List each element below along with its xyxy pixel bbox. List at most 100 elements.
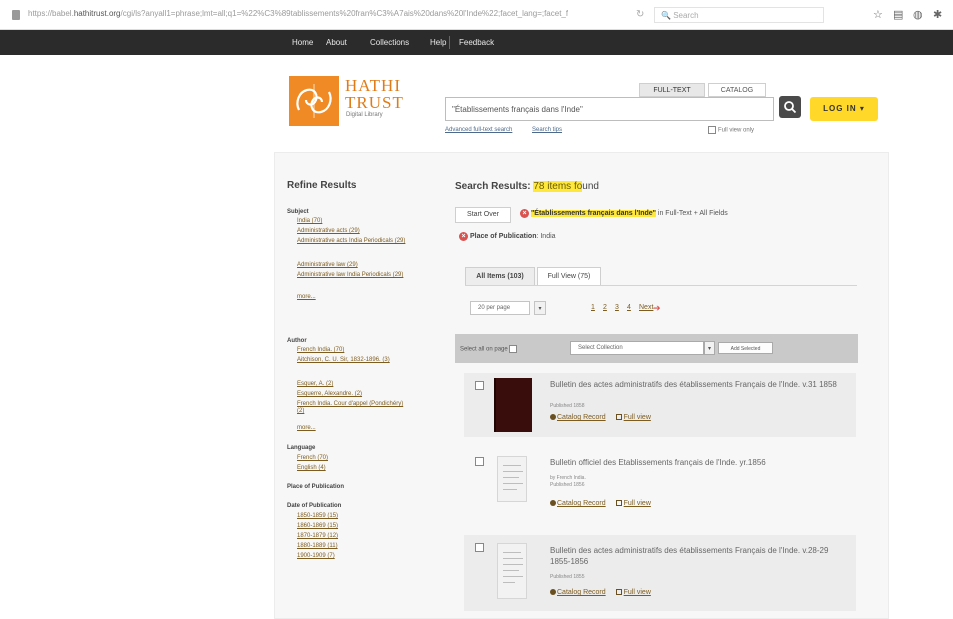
tab-all-items[interactable]: All Items (103) — [465, 267, 535, 286]
facet-item[interactable]: 1870-1879 (12) — [297, 533, 407, 540]
facet-item[interactable]: Administrative law India Periodicals (29… — [297, 272, 407, 279]
select-all-checkbox[interactable]: Select all on page — [460, 345, 519, 353]
remove-filter-icon[interactable]: × — [459, 232, 468, 241]
select-collection-dropdown[interactable]: Select Collection — [570, 341, 704, 355]
advanced-search-link[interactable]: Advanced full-text search — [445, 127, 512, 133]
result-links: Catalog Record Full view — [550, 500, 661, 507]
full-view-link[interactable]: Full view — [624, 414, 651, 421]
document-icon — [615, 414, 622, 421]
info-icon — [550, 589, 556, 596]
facet-more-link[interactable]: more... — [297, 425, 407, 432]
result-title[interactable]: Bulletin des actes administratifs des ét… — [550, 545, 850, 567]
lock-icon — [12, 10, 20, 20]
checkbox-icon — [509, 345, 518, 353]
result-title[interactable]: Bulletin des actes administratifs des ét… — [550, 379, 850, 390]
facet-heading-date: Date of Publication — [287, 503, 342, 509]
query-scope: in Full-Text + All Fields — [655, 210, 728, 217]
facet-item[interactable]: Administrative acts (29) — [297, 228, 407, 235]
result-checkbox[interactable] — [475, 381, 484, 390]
result-published: Published 1858 — [550, 403, 585, 409]
page-link-1[interactable]: 1 — [591, 304, 595, 311]
chevron-down-icon[interactable]: ▾ — [704, 341, 715, 355]
facet-item[interactable]: Aitchison, C. U. Sir, 1832-1896. (3) — [297, 357, 407, 364]
results-title-prefix: Search Results: — [455, 181, 534, 192]
start-over-button[interactable]: Start Over — [455, 207, 511, 223]
full-view-only-label: Full view only — [718, 127, 755, 134]
facet-more-link[interactable]: more... — [297, 294, 407, 301]
logo-wordmark-trust: TRUST — [345, 93, 404, 112]
nav-feedback[interactable]: Feedback — [459, 38, 494, 47]
page-link-3[interactable]: 3 — [615, 304, 619, 311]
facet-item[interactable]: 1850-1859 (15) — [297, 513, 407, 520]
nav-collections[interactable]: Collections — [370, 38, 409, 47]
tab-full-text[interactable]: FULL-TEXT — [639, 83, 705, 97]
facet-item[interactable]: French India. (70) — [297, 347, 407, 354]
facet-item[interactable]: Administrative law (29) — [297, 262, 407, 269]
remove-filter-icon[interactable]: × — [520, 209, 529, 218]
reading-list-icon[interactable]: ▤ — [893, 8, 903, 21]
facet-item[interactable]: Esquerre, Alexandre. (2) — [297, 391, 407, 398]
browser-url-bar: https://babel.hathitrust.org/cgi/ls?anya… — [0, 0, 953, 30]
book-thumbnail[interactable] — [494, 378, 532, 432]
login-button[interactable]: LOG IN ▾ — [810, 97, 878, 121]
url-host: hathitrust.org — [73, 9, 121, 18]
hathitrust-logo-icon[interactable] — [289, 76, 339, 126]
result-checkbox[interactable] — [475, 543, 484, 552]
full-view-only-checkbox[interactable]: Full view only — [708, 126, 754, 134]
full-view-link[interactable]: Full view — [624, 500, 651, 507]
nav-separator — [449, 36, 450, 49]
facet-item[interactable]: French India. Cour d'appel (Pondichéry) … — [297, 401, 407, 415]
facet-item[interactable]: Esquer, A. (2) — [297, 381, 407, 388]
facet-item[interactable]: 1860-1869 (15) — [297, 523, 407, 530]
page-link-2[interactable]: 2 — [603, 304, 607, 311]
url-field[interactable]: https://babel.hathitrust.org/cgi/ls?anya… — [28, 9, 568, 18]
search-input[interactable]: "Établissements français dans l'Inde" — [445, 97, 774, 121]
url-path: /cgi/ls?anyall1=phrase;lmt=all;q1=%22%C3… — [120, 9, 568, 18]
place-filter-value: : India — [536, 233, 556, 240]
catalog-record-link[interactable]: Catalog Record — [557, 589, 606, 596]
place-filter-label: Place of Publication — [469, 233, 537, 240]
catalog-record-link[interactable]: Catalog Record — [557, 414, 606, 421]
result-author: by French India. — [550, 475, 586, 481]
book-thumbnail[interactable] — [497, 543, 527, 599]
arrow-right-icon[interactable]: ➔ — [653, 303, 661, 314]
shield-icon[interactable]: ◍ — [913, 8, 923, 21]
query-filter-chip: × "Établissements français dans l'Inde" … — [520, 209, 728, 218]
nav-help[interactable]: Help — [430, 38, 446, 47]
results-count: 78 items fo — [533, 181, 583, 192]
results-count-rest: und — [582, 181, 599, 192]
search-button[interactable] — [779, 96, 801, 118]
facet-heading-author: Author — [287, 338, 307, 344]
page-link-4[interactable]: 4 — [627, 304, 631, 311]
book-thumbnail[interactable] — [497, 456, 527, 502]
info-icon — [550, 500, 556, 507]
facet-heading-language: Language — [287, 445, 316, 451]
search-tips-link[interactable]: Search tips — [532, 127, 562, 133]
tab-full-view[interactable]: Full View (75) — [537, 267, 601, 286]
place-filter-chip: × Place of Publication: India — [459, 232, 556, 241]
facet-item[interactable]: 1900-1909 (7) — [297, 553, 407, 560]
add-selected-button[interactable]: Add Selected — [718, 342, 773, 354]
next-page-link[interactable]: Next — [639, 304, 653, 311]
result-checkbox[interactable] — [475, 457, 484, 466]
browser-search-field[interactable]: 🔍 Search — [654, 7, 824, 23]
star-icon[interactable]: ☆ — [873, 8, 883, 21]
facet-item[interactable]: French (70) — [297, 455, 407, 462]
per-page-select[interactable]: 20 per page — [470, 301, 530, 315]
chevron-down-icon[interactable]: ▾ — [534, 301, 546, 315]
result-links: Catalog Record Full view — [550, 414, 661, 421]
tab-divider — [465, 285, 857, 286]
extensions-icon[interactable]: ✱ — [933, 8, 942, 21]
refresh-icon[interactable]: ↻ — [636, 9, 644, 20]
full-view-link[interactable]: Full view — [624, 589, 651, 596]
facet-item[interactable]: English (4) — [297, 465, 407, 472]
tab-catalog[interactable]: CATALOG — [708, 83, 766, 97]
facet-item[interactable]: 1880-1889 (11) — [297, 543, 407, 550]
nav-about[interactable]: About — [326, 38, 347, 47]
document-icon — [615, 500, 622, 507]
result-title[interactable]: Bulletin officiel des Etablissements fra… — [550, 457, 850, 468]
nav-home[interactable]: Home — [292, 38, 313, 47]
catalog-record-link[interactable]: Catalog Record — [557, 500, 606, 507]
facet-item[interactable]: Administrative acts India Periodicals (2… — [297, 238, 407, 245]
facet-item[interactable]: India (70) — [297, 218, 407, 225]
